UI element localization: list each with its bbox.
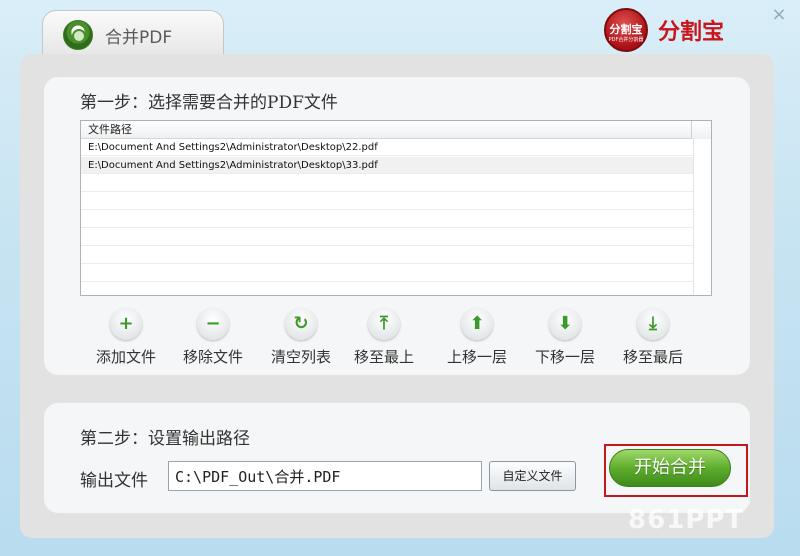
pdf-merge-logo-icon <box>63 20 93 50</box>
app-window: 合并PDF 分割宝 PDF合并分割器 分割宝 × 第一步：选择需要合并的PDF文… <box>0 0 800 556</box>
minus-icon: − <box>197 308 229 340</box>
plus-icon: + <box>110 308 142 340</box>
column-divider <box>693 139 694 295</box>
watermark: 861PPT <box>628 505 745 535</box>
move-up-label: 上移一层 <box>446 348 507 366</box>
move-down-button[interactable]: ⬇ 下移一层 <box>525 308 605 368</box>
remove-file-label: 移除文件 <box>182 348 243 366</box>
close-icon[interactable]: × <box>770 6 788 24</box>
refresh-icon: ↻ <box>285 308 317 340</box>
clear-list-button[interactable]: ↻ 清空列表 <box>261 308 341 368</box>
move-up-button[interactable]: ⬆ 上移一层 <box>437 308 517 368</box>
add-file-label: 添加文件 <box>95 348 156 366</box>
step1-title: 第一步：选择需要合并的PDF文件 <box>80 93 338 113</box>
arrow-down-icon: ⬇ <box>549 308 581 340</box>
move-top-button[interactable]: ⤒ 移至最上 <box>344 308 424 368</box>
add-file-button[interactable]: + 添加文件 <box>86 308 166 368</box>
empty-row <box>81 247 693 264</box>
arrow-up-icon: ⬆ <box>461 308 493 340</box>
tab-merge-pdf[interactable]: 合并PDF <box>42 10 224 57</box>
tab-label: 合并PDF <box>105 28 173 48</box>
file-list[interactable]: 文件路径 E:\Document And Settings2\Administr… <box>80 120 712 296</box>
file-row[interactable]: E:\Document And Settings2\Administrator\… <box>81 139 693 156</box>
clear-list-label: 清空列表 <box>270 348 331 366</box>
move-bottom-icon: ⤓ <box>637 308 669 340</box>
empty-row <box>81 229 693 246</box>
brand-logo: 分割宝 PDF合并分割器 <box>604 8 648 52</box>
custom-file-button[interactable]: 自定义文件 <box>489 461 576 491</box>
start-merge-button[interactable]: 开始合并 <box>609 449 731 487</box>
brand-name: 分割宝 <box>658 20 725 45</box>
empty-row <box>81 193 693 210</box>
file-row[interactable]: E:\Document And Settings2\Administrator\… <box>81 157 693 174</box>
empty-row <box>81 211 693 228</box>
move-bottom-button[interactable]: ⤓ 移至最后 <box>613 308 693 368</box>
column-header-end <box>691 121 711 139</box>
empty-row <box>81 265 693 282</box>
move-top-icon: ⤒ <box>368 308 400 340</box>
output-path-input[interactable] <box>168 461 482 491</box>
move-bottom-label: 移至最后 <box>622 348 683 366</box>
output-file-label: 输出文件 <box>80 471 148 491</box>
move-top-label: 移至最上 <box>353 348 414 366</box>
move-down-label: 下移一层 <box>534 348 595 366</box>
step2-title: 第二步：设置输出路径 <box>80 429 250 449</box>
empty-row <box>81 175 693 192</box>
remove-file-button[interactable]: − 移除文件 <box>173 308 253 368</box>
column-header-file-path[interactable]: 文件路径 <box>81 121 691 139</box>
